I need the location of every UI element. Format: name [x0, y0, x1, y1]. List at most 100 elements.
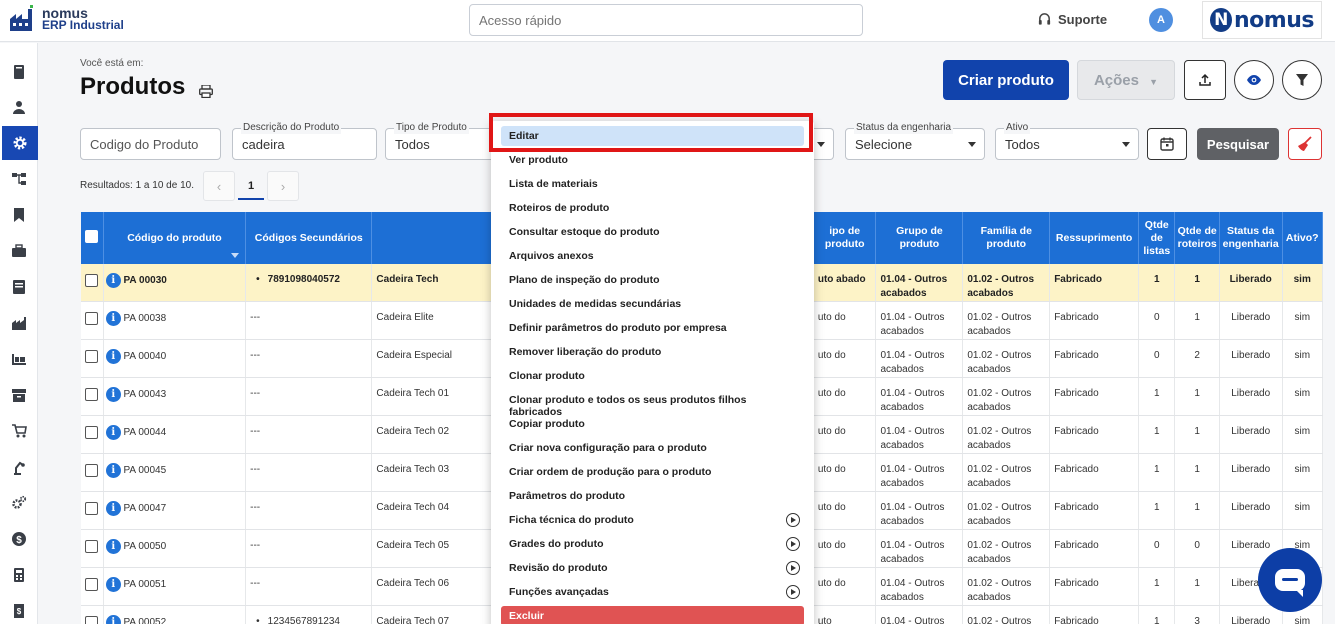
- sidebar-item-config[interactable]: [0, 486, 38, 520]
- create-product-button[interactable]: Criar produto: [943, 60, 1069, 100]
- menu-item-copiar-produto[interactable]: Copiar produto: [501, 414, 804, 434]
- row-checkbox[interactable]: [85, 388, 99, 401]
- family-cell: 01.02 - Outros acabados: [962, 301, 1051, 340]
- menu-item-label: Plano de inspeção do produto: [509, 274, 660, 286]
- menu-item-clonar-produto-e-todos-os-seus-produtos-filhos-fabricados[interactable]: Clonar produto e todos os seus produtos …: [501, 390, 804, 418]
- row-checkbox[interactable]: [85, 464, 99, 477]
- search-button[interactable]: Pesquisar: [1197, 128, 1279, 160]
- info-icon[interactable]: i: [105, 349, 121, 364]
- brand-logo: Nnomus: [1202, 1, 1322, 39]
- row-checkbox[interactable]: [85, 540, 99, 553]
- menu-item-arquivos-anexos[interactable]: Arquivos anexos: [501, 246, 804, 266]
- menu-item-plano-de-inspecao-do-produto[interactable]: Plano de inspeção do produto: [501, 270, 804, 290]
- row-checkbox[interactable]: [85, 274, 99, 287]
- info-icon[interactable]: i: [105, 273, 121, 288]
- menu-item-remover-liberacao-do-produto[interactable]: Remover liberação do produto: [501, 342, 804, 362]
- quick-access-input[interactable]: [469, 4, 863, 36]
- row-checkbox[interactable]: [85, 350, 99, 363]
- select-all-checkbox[interactable]: [85, 229, 99, 243]
- engineering-status-select[interactable]: Status da engenharia Selecione: [845, 122, 985, 160]
- menu-item-lista-de-materiais[interactable]: Lista de materiais: [501, 174, 804, 194]
- active-cell: sim: [1282, 301, 1323, 340]
- sidebar-item-warehouse[interactable]: [0, 342, 38, 376]
- info-icon[interactable]: i: [105, 615, 121, 624]
- family-cell: 01.02 - Outros acabados: [962, 567, 1051, 606]
- filter-toggle-button[interactable]: [1282, 60, 1322, 100]
- menu-item-revisao-do-produto[interactable]: Revisão do produto: [501, 558, 804, 578]
- group-cell: 01.04 - Outros acabados: [875, 301, 964, 340]
- actions-dropdown-button[interactable]: Ações ▼: [1077, 60, 1175, 100]
- active-select[interactable]: Ativo Todos: [995, 122, 1139, 160]
- info-icon[interactable]: i: [105, 501, 121, 516]
- row-checkbox[interactable]: [85, 502, 99, 515]
- row-checkbox[interactable]: [85, 616, 99, 624]
- info-icon[interactable]: i: [105, 425, 121, 440]
- sidebar-item-factory[interactable]: [0, 306, 38, 340]
- next-page-button[interactable]: ›: [267, 171, 299, 201]
- info-icon[interactable]: i: [105, 311, 121, 326]
- sidebar-item-bookmark[interactable]: [0, 198, 38, 232]
- app-logo[interactable]: nomus ERP Industrial: [8, 5, 124, 33]
- product-type-select[interactable]: Tipo de Produto Todos: [385, 122, 495, 160]
- menu-item-parametros-do-produto[interactable]: Parâmetros do produto: [501, 486, 804, 506]
- support-link[interactable]: Suporte: [1037, 12, 1107, 27]
- product-code-field[interactable]: Codigo do Produto: [80, 128, 221, 160]
- menu-item-funcoes-avancadas[interactable]: Funções avançadas: [501, 582, 804, 602]
- sidebar-item-documents[interactable]: [0, 270, 38, 304]
- chat-button[interactable]: [1258, 548, 1322, 612]
- menu-item-criar-ordem-de-producao-para-o-produto[interactable]: Criar ordem de produção para o produto: [501, 462, 804, 482]
- menu-item-criar-nova-configuracao-para-o-produto[interactable]: Criar nova configuração para o produto: [501, 438, 804, 458]
- menu-item-label: Arquivos anexos: [509, 250, 594, 262]
- row-checkbox[interactable]: [85, 312, 99, 325]
- print-icon[interactable]: [199, 85, 213, 98]
- menu-item-ficha-tecnica-do-produto[interactable]: Ficha técnica do produto: [501, 510, 804, 530]
- sidebar-item-robot[interactable]: [0, 450, 38, 484]
- sidebar-item-calculator[interactable]: [0, 558, 38, 592]
- menu-item-excluir[interactable]: Excluir: [501, 606, 804, 624]
- secondary-codes-cell: ---: [250, 388, 261, 399]
- column-header-group[interactable]: Grupo de produto: [875, 212, 964, 264]
- page-1-button[interactable]: 1: [235, 171, 267, 201]
- view-toggle-button[interactable]: [1234, 60, 1274, 100]
- prev-page-button[interactable]: ‹: [203, 171, 235, 201]
- column-header-code[interactable]: Código do produto: [103, 212, 247, 264]
- row-checkbox[interactable]: [85, 426, 99, 439]
- sidebar-item-purchases[interactable]: [0, 414, 38, 448]
- menu-item-editar[interactable]: Editar: [501, 126, 804, 146]
- menu-item-clonar-produto[interactable]: Clonar produto: [501, 366, 804, 386]
- column-header-supply[interactable]: Ressuprimento: [1049, 212, 1140, 264]
- sidebar-item-finance[interactable]: $: [0, 522, 38, 556]
- info-icon[interactable]: i: [105, 387, 121, 402]
- export-button[interactable]: [1184, 60, 1226, 100]
- info-icon[interactable]: i: [105, 539, 121, 554]
- info-icon[interactable]: i: [105, 577, 121, 592]
- column-header-type[interactable]: ipo de produto: [813, 212, 877, 264]
- column-header-eng-status[interactable]: Status da engenharia: [1219, 212, 1283, 264]
- menu-item-ver-produto[interactable]: Ver produto: [501, 150, 804, 170]
- column-header-lists[interactable]: Qtde de listas: [1138, 212, 1176, 264]
- menu-item-consultar-estoque-do-produto[interactable]: Consultar estoque do produto: [501, 222, 804, 242]
- menu-item-definir-parametros-do-produto-por-empresa[interactable]: Definir parâmetros do produto por empres…: [501, 318, 804, 338]
- column-header-secondary-codes[interactable]: Códigos Secundários: [245, 212, 373, 264]
- sidebar-item-users[interactable]: [0, 90, 38, 124]
- user-avatar[interactable]: A: [1149, 8, 1173, 32]
- row-checkbox[interactable]: [85, 578, 99, 591]
- menu-item-unidades-de-medidas-secundarias[interactable]: Unidades de medidas secundárias: [501, 294, 804, 314]
- row-select-cell: [81, 453, 104, 492]
- sidebar-item-briefcase[interactable]: [0, 234, 38, 268]
- sidebar-item-book[interactable]: [0, 55, 38, 89]
- sidebar-item-structure[interactable]: [0, 162, 38, 196]
- date-filter-button[interactable]: [1147, 128, 1187, 160]
- column-header-family[interactable]: Família de produto: [962, 212, 1051, 264]
- eng-status-cell: Liberado: [1219, 301, 1283, 340]
- menu-item-grades-do-produto[interactable]: Grades do produto: [501, 534, 804, 554]
- clear-filters-button[interactable]: [1288, 128, 1322, 160]
- sidebar-item-settings[interactable]: [2, 126, 38, 160]
- sidebar-item-inventory[interactable]: [0, 378, 38, 412]
- sidebar-item-invoice[interactable]: $: [0, 594, 38, 624]
- column-header-active[interactable]: Ativo?: [1282, 212, 1323, 264]
- column-header-routes[interactable]: Qtde de roteiros: [1174, 212, 1220, 264]
- menu-item-roteiros-de-produto[interactable]: Roteiros de produto: [501, 198, 804, 218]
- info-icon[interactable]: i: [105, 463, 121, 478]
- description-field[interactable]: Descrição do Produto cadeira: [232, 122, 377, 160]
